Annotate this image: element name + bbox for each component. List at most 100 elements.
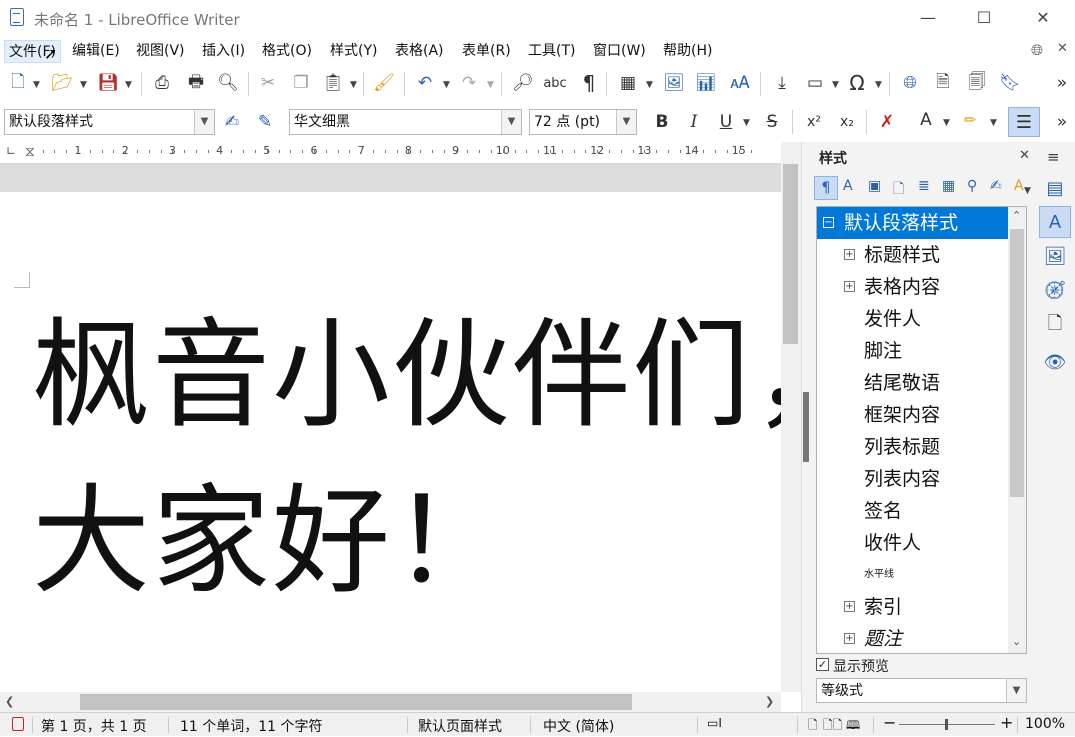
new-style-from-selection-icon[interactable]: ✍ xyxy=(990,178,1002,194)
character-styles-icon[interactable]: A xyxy=(843,178,853,194)
new-document-icon[interactable]: 🗋 xyxy=(6,71,30,95)
document-page[interactable]: 枫音小伙伴们， 大家好！ xyxy=(0,192,781,692)
globe-icon[interactable]: 🌐︎ xyxy=(1031,41,1043,59)
zoom-in-button[interactable]: + xyxy=(1000,713,1013,732)
insert-field-icon[interactable]: ▭ xyxy=(803,71,827,95)
chevron-down-icon[interactable]: ▼ xyxy=(875,80,882,90)
subscript-button[interactable]: x₂ xyxy=(835,110,859,134)
style-list-item[interactable]: + 表格内容 xyxy=(817,271,1009,303)
collapse-icon[interactable]: − xyxy=(823,217,834,228)
superscript-button[interactable]: x² xyxy=(802,110,826,134)
chevron-down-icon[interactable]: ▼ xyxy=(80,80,87,90)
underline-button[interactable]: U xyxy=(714,110,738,134)
properties-tab-icon[interactable]: ▤ xyxy=(1039,172,1071,204)
special-character-icon[interactable]: Ω xyxy=(845,71,869,95)
expand-icon[interactable]: + xyxy=(844,281,855,292)
open-folder-icon[interactable]: 📂︎ xyxy=(50,71,74,95)
print-preview-icon[interactable]: 🔍︎ xyxy=(216,71,240,95)
italic-button[interactable]: I xyxy=(682,110,706,134)
redo-icon[interactable]: ↷ xyxy=(457,71,481,95)
menu-format[interactable]: 格式(O) xyxy=(258,40,316,63)
chevron-down-icon[interactable]: ▼ xyxy=(194,110,214,134)
menu-view[interactable]: 视图(V) xyxy=(132,40,189,63)
chevron-down-icon[interactable]: ▼ xyxy=(501,110,521,134)
update-style-icon[interactable]: ✍︎ xyxy=(220,110,244,134)
font-size-combo[interactable]: 72 点 (pt) ▼ xyxy=(529,109,637,135)
expand-icon[interactable]: + xyxy=(844,633,855,644)
page-style[interactable]: 默认页面样式 xyxy=(418,716,502,736)
style-list-item[interactable]: + 索引 xyxy=(817,591,1009,623)
single-page-view-icon[interactable]: 🗋 xyxy=(808,716,818,737)
sidebar-splitter[interactable] xyxy=(801,142,809,712)
list-styles-icon[interactable]: ≣ xyxy=(918,178,930,194)
style-list-item[interactable]: 框架内容 xyxy=(817,399,1009,431)
menu-edit[interactable]: 编辑(E) xyxy=(68,40,124,63)
menu-styles[interactable]: 样式(Y) xyxy=(326,40,381,63)
styles-list[interactable]: − 默认段落样式 + 标题样式 + 表格内容 发件人 脚注 结尾敬语 框架内容 列表标题 列表内容 签名… xyxy=(816,206,1027,654)
style-list-item[interactable]: 水平线 xyxy=(817,559,1009,591)
new-style-icon[interactable]: ✎ xyxy=(253,110,277,134)
insert-image-icon[interactable]: 🖼︎ xyxy=(662,71,686,95)
scroll-right-icon[interactable]: ❯ xyxy=(765,695,774,708)
scroll-left-icon[interactable]: ❮ xyxy=(5,695,14,708)
sidebar-close-button[interactable]: ✕ xyxy=(1019,148,1030,163)
document-line-2[interactable]: 大家好！ xyxy=(32,482,512,600)
sidebar-menu-button[interactable]: ≡ xyxy=(1047,148,1060,166)
horizontal-scrollbar[interactable]: ❮ ❯ xyxy=(0,692,781,712)
strikethrough-button[interactable]: S xyxy=(760,110,784,134)
style-list-item[interactable]: + 题注 xyxy=(817,623,1009,653)
zoom-out-button[interactable]: − xyxy=(883,713,896,732)
endnote-icon[interactable]: 🗐 xyxy=(965,71,989,95)
scroll-thumb[interactable] xyxy=(783,164,798,344)
clone-formatting-icon[interactable]: 🖌︎ xyxy=(372,71,396,95)
chevron-down-icon[interactable]: ▼ xyxy=(743,118,750,128)
page-styles-icon[interactable]: 🗋 xyxy=(893,178,904,202)
chevron-down-icon[interactable]: ▼ xyxy=(1006,679,1026,702)
chevron-down-icon[interactable]: ▼ xyxy=(33,80,40,90)
hyperlink-icon[interactable]: 🌐︎ xyxy=(898,71,922,95)
style-filter-select[interactable]: 等级式 ▼ xyxy=(816,678,1027,703)
styles-list-scrollbar[interactable]: ⌃ ⌄ xyxy=(1008,207,1026,653)
bookmark-icon[interactable]: 🔖︎ xyxy=(998,71,1022,95)
page-tab-icon[interactable]: 🗋 xyxy=(1039,310,1071,342)
style-list-item[interactable]: 脚注 xyxy=(817,335,1009,367)
style-list-item[interactable]: + 标题样式 xyxy=(817,239,1009,271)
find-replace-icon[interactable]: 🔎︎ xyxy=(511,71,535,95)
clear-formatting-icon[interactable]: ✗ xyxy=(875,110,899,134)
close-document-icon[interactable]: ✕ xyxy=(1057,41,1068,56)
chevron-down-icon[interactable]: ▼ xyxy=(832,80,839,90)
align-left-button[interactable]: ☰ xyxy=(1008,107,1040,137)
chevron-down-icon[interactable]: ▼ xyxy=(943,118,950,128)
bold-button[interactable]: B xyxy=(650,110,674,134)
undo-icon[interactable]: ↶ xyxy=(413,71,437,95)
chevron-down-icon[interactable]: ▼ xyxy=(646,80,653,90)
manage-changes-tab-icon[interactable]: 👁︎ xyxy=(1039,346,1071,378)
chevron-down-icon[interactable]: ▼ xyxy=(1024,186,1031,196)
more-options-icon[interactable]: » xyxy=(1050,110,1074,134)
insert-table-icon[interactable]: ▦ xyxy=(616,71,640,95)
formatting-marks-icon[interactable]: ¶ xyxy=(577,71,601,95)
vertical-scrollbar[interactable] xyxy=(781,142,801,692)
menu-window[interactable]: 窗口(W) xyxy=(589,40,650,63)
navigator-tab-icon[interactable]: 🧭︎ xyxy=(1039,274,1071,306)
export-pdf-icon[interactable]: ⎙ xyxy=(150,71,174,95)
scroll-thumb[interactable] xyxy=(1010,229,1024,497)
styles-actions-icon[interactable]: A xyxy=(1014,178,1024,194)
zoom-slider[interactable] xyxy=(899,719,995,730)
menu-form[interactable]: 表单(R) xyxy=(458,40,515,63)
cut-icon[interactable]: ✂ xyxy=(256,71,280,95)
paragraph-styles-icon[interactable]: ¶ xyxy=(814,176,838,200)
show-preview-checkbox[interactable]: ✓ xyxy=(816,658,829,671)
highlight-color-icon[interactable]: ✏︎ xyxy=(958,108,982,132)
close-button[interactable]: ✕ xyxy=(1014,0,1072,36)
style-list-item[interactable]: 收件人 xyxy=(817,527,1009,559)
chevron-down-icon[interactable]: ▼ xyxy=(616,110,636,134)
footnote-icon[interactable]: 🗎 xyxy=(931,71,955,95)
tab-stop-type-icon[interactable]: ∟ xyxy=(6,144,16,158)
style-list-item[interactable]: − 默认段落样式 xyxy=(817,207,1009,239)
frame-styles-icon[interactable]: ▣ xyxy=(868,178,881,194)
chevron-down-icon[interactable]: ▼ xyxy=(350,80,357,90)
zoom-level[interactable]: 100% xyxy=(1025,716,1065,732)
expand-icon[interactable]: + xyxy=(844,249,855,260)
menu-help[interactable]: 帮助(H) xyxy=(659,40,716,63)
